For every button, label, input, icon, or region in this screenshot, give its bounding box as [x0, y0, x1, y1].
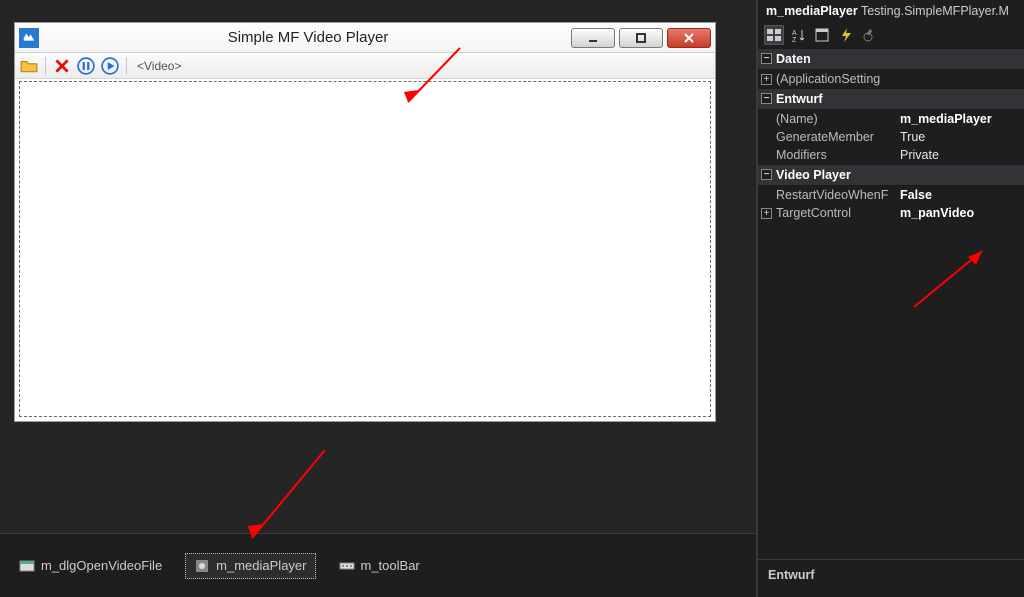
- tray-item-m_toolBar[interactable]: m_toolBar: [330, 553, 429, 579]
- property-row[interactable]: GenerateMemberTrue: [758, 128, 1024, 146]
- component-tray: m_dlgOpenVideoFile m_mediaPlayer m_toolBar: [0, 533, 756, 597]
- tray-item-m_mediaPlayer[interactable]: m_mediaPlayer: [185, 553, 315, 579]
- property-row[interactable]: (Name)m_mediaPlayer: [758, 110, 1024, 128]
- property-name: TargetControl: [776, 206, 896, 220]
- toolbar-separator: [126, 57, 127, 75]
- designer-pane: Simple MF Video Player: [0, 0, 756, 597]
- property-value[interactable]: [896, 72, 1024, 86]
- property-value[interactable]: False: [896, 188, 1024, 202]
- property-row[interactable]: + TargetControlm_panVideo: [758, 204, 1024, 222]
- toolbar-icon: [339, 558, 355, 574]
- property-name: (Name): [776, 112, 896, 126]
- alphabetical-view-button[interactable]: AZ: [788, 25, 808, 45]
- property-value[interactable]: m_panVideo: [896, 206, 1024, 220]
- form-designer-window[interactable]: Simple MF Video Player: [14, 22, 716, 422]
- selected-object-name: m_mediaPlayer: [766, 4, 858, 18]
- properties-toolbar: AZ: [758, 22, 1024, 48]
- collapse-icon[interactable]: −: [761, 93, 772, 104]
- property-value[interactable]: True: [896, 130, 1024, 144]
- property-name: (ApplicationSetting: [776, 72, 896, 86]
- tray-item-label: m_toolBar: [361, 558, 420, 573]
- expand-icon[interactable]: +: [761, 74, 772, 85]
- tray-item-label: m_mediaPlayer: [216, 558, 306, 573]
- svg-text:A: A: [792, 30, 797, 37]
- property-name: GenerateMember: [776, 130, 896, 144]
- properties-tab-button[interactable]: [812, 25, 832, 45]
- close-button[interactable]: [667, 28, 711, 48]
- property-category[interactable]: −Video Player: [758, 164, 1024, 186]
- component-icon: [194, 558, 210, 574]
- properties-pane: m_mediaPlayer Testing.SimpleMFPlayer.M A…: [756, 0, 1024, 597]
- stop-button[interactable]: [52, 56, 72, 76]
- properties-header: m_mediaPlayer Testing.SimpleMFPlayer.M: [758, 0, 1024, 22]
- window-title: Simple MF Video Player: [45, 29, 571, 46]
- events-tab-button[interactable]: [836, 25, 856, 45]
- pause-button[interactable]: [76, 56, 96, 76]
- play-button[interactable]: [100, 56, 120, 76]
- design-canvas[interactable]: Simple MF Video Player: [0, 0, 756, 533]
- property-row[interactable]: + (ApplicationSetting: [758, 70, 1024, 88]
- tray-item-m_dlgOpenVideoFile[interactable]: m_dlgOpenVideoFile: [10, 553, 171, 579]
- collapse-icon[interactable]: −: [761, 169, 772, 180]
- open-file-button[interactable]: [19, 56, 39, 76]
- property-category[interactable]: −Entwurf: [758, 88, 1024, 110]
- minimize-button[interactable]: [571, 28, 615, 48]
- property-value[interactable]: m_mediaPlayer: [896, 112, 1024, 126]
- window-titlebar: Simple MF Video Player: [15, 23, 715, 53]
- categorized-view-button[interactable]: [764, 25, 784, 45]
- toolbar-separator: [45, 57, 46, 75]
- video-label: <Video>: [137, 59, 182, 73]
- tray-item-label: m_dlgOpenVideoFile: [41, 558, 162, 573]
- video-panel[interactable]: [19, 81, 711, 417]
- app-icon: [19, 28, 39, 48]
- expand-icon[interactable]: +: [761, 208, 772, 219]
- property-row[interactable]: ModifiersPrivate: [758, 146, 1024, 164]
- dialog-icon: [19, 558, 35, 574]
- player-toolbar: <Video>: [15, 53, 715, 79]
- property-name: Modifiers: [776, 148, 896, 162]
- selected-object-type: Testing.SimpleMFPlayer.M: [861, 4, 1009, 18]
- property-pages-button[interactable]: [860, 25, 880, 45]
- properties-grid[interactable]: −Daten+(ApplicationSetting−Entwurf(Name)…: [758, 48, 1024, 559]
- property-row[interactable]: RestartVideoWhenFFalse: [758, 186, 1024, 204]
- svg-text:Z: Z: [792, 37, 797, 43]
- property-value[interactable]: Private: [896, 148, 1024, 162]
- property-description-title: Entwurf: [758, 559, 1024, 597]
- maximize-button[interactable]: [619, 28, 663, 48]
- collapse-icon[interactable]: −: [761, 53, 772, 64]
- property-name: RestartVideoWhenF: [776, 188, 896, 202]
- property-category[interactable]: −Daten: [758, 48, 1024, 70]
